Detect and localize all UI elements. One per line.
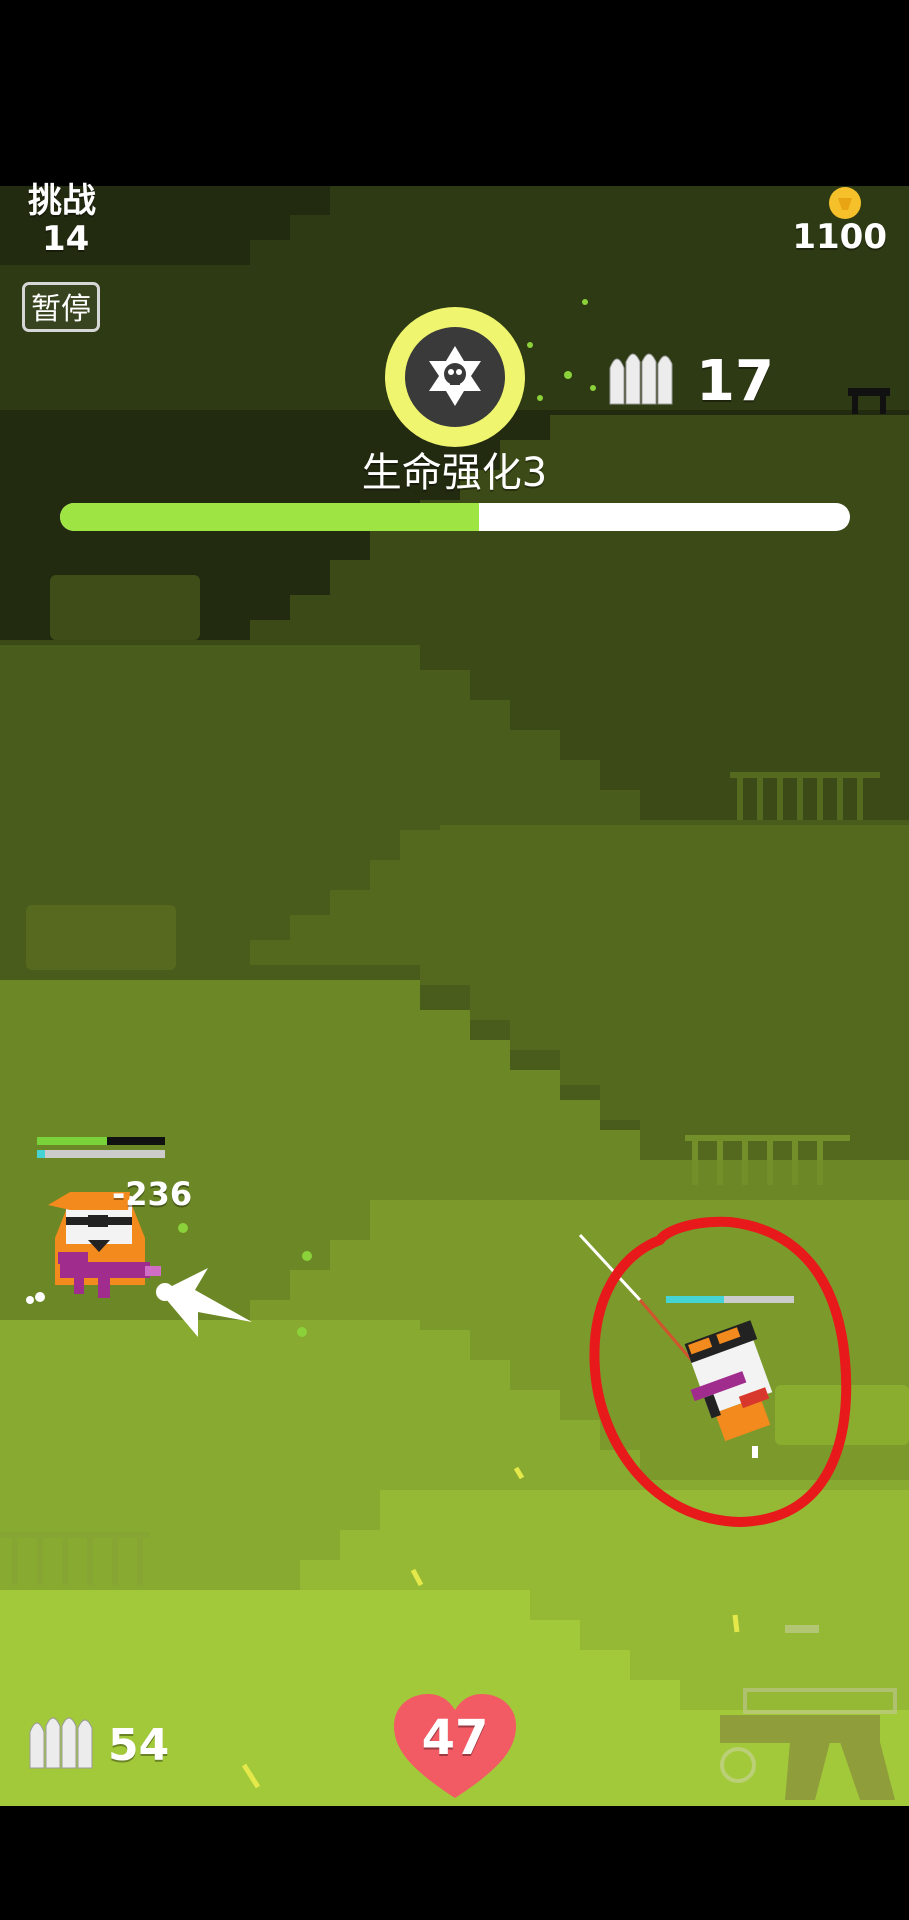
damage-number: -236 (112, 1175, 193, 1213)
upgrade-progress-fill (60, 503, 479, 531)
ammo-count: 54 (108, 1720, 170, 1771)
health-value: 47 (421, 1710, 489, 1766)
upgrade-icon (385, 307, 525, 447)
player-shield-bar (37, 1150, 165, 1158)
bush-decoration (26, 905, 176, 970)
pause-button[interactable]: 暂停 (22, 282, 100, 332)
challenge-level: 14 (42, 219, 90, 259)
bush-decoration (50, 575, 200, 640)
coin-icon (829, 187, 861, 219)
ammo-icon (29, 1717, 93, 1769)
coin-count: 1100 (792, 217, 887, 257)
upgrade-label: 生命强化3 (361, 450, 548, 496)
challenge-label: 挑战 (28, 181, 96, 221)
game-scene (0, 0, 909, 1920)
wave-ammo-count: 17 (696, 349, 774, 414)
upgrade-progress-bar (60, 503, 850, 531)
bullets-icon (609, 353, 673, 405)
